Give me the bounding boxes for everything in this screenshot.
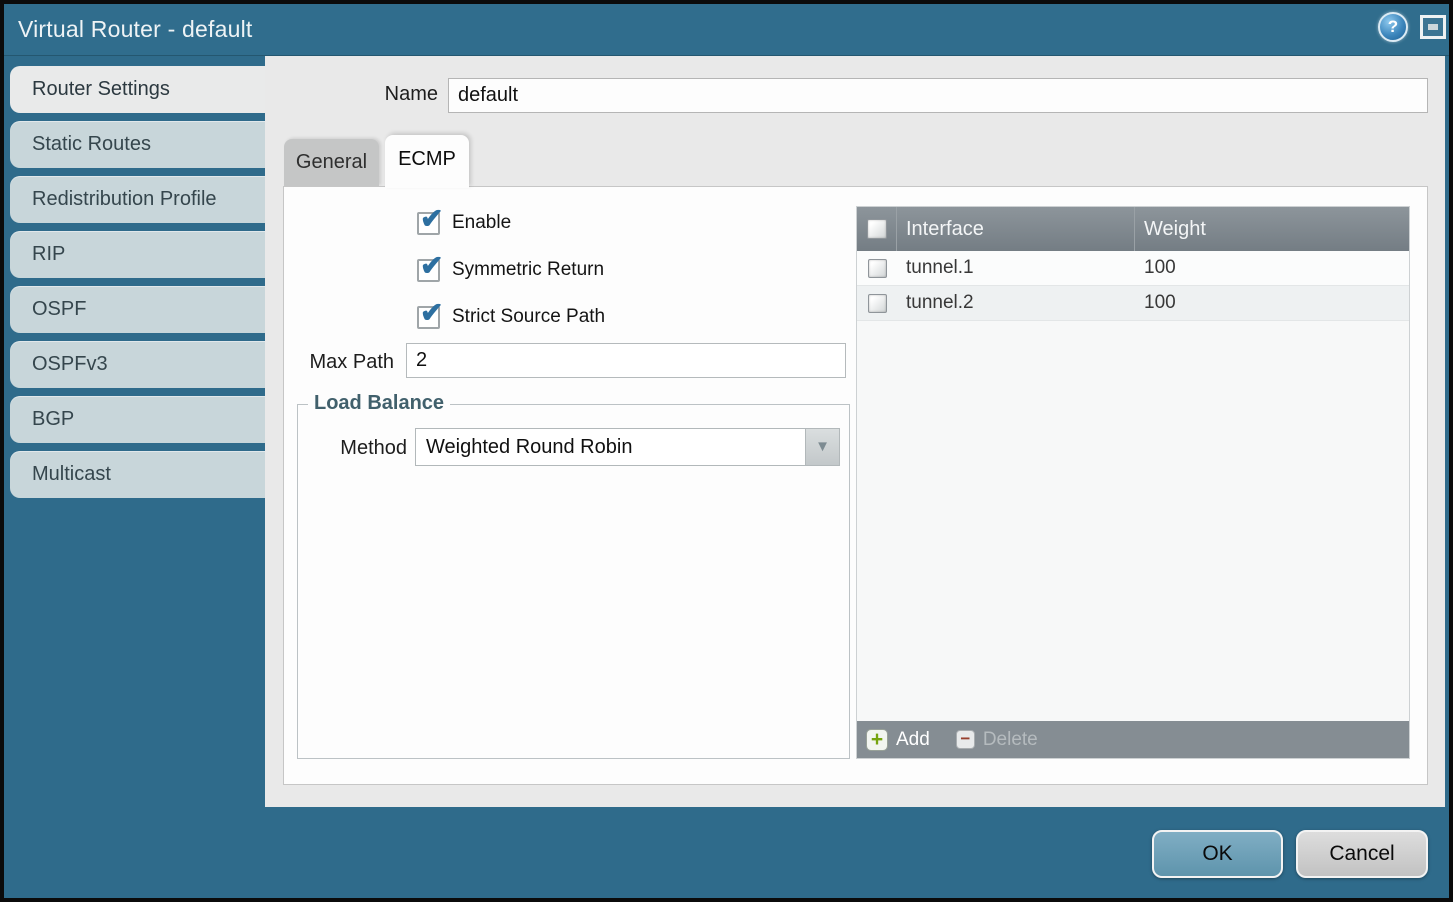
row-checkbox-cell <box>857 259 897 278</box>
sidebar-item-ospfv3[interactable]: OSPFv3 <box>10 341 265 388</box>
sidebar-item-label: Router Settings <box>32 78 170 100</box>
sidebar-item-static-routes[interactable]: Static Routes <box>10 121 265 168</box>
name-label: Name <box>330 83 438 106</box>
add-button[interactable]: + Add <box>866 729 930 751</box>
table-toolbar: + Add − Delete <box>857 721 1409 758</box>
virtual-router-dialog: Virtual Router - default ? Router Settin… <box>0 0 1453 902</box>
strict-source-path-checkbox[interactable]: ✔ <box>417 306 440 329</box>
sidebar-item-label: Multicast <box>32 463 111 485</box>
method-dropdown[interactable]: Weighted Round Robin ▼ <box>415 428 840 466</box>
table-empty-area <box>857 321 1409 721</box>
add-button-label: Add <box>896 729 930 751</box>
symmetric-return-label: Symmetric Return <box>452 259 604 281</box>
plus-icon: + <box>866 729 888 751</box>
row-checkbox-cell <box>857 294 897 313</box>
select-all-checkbox[interactable] <box>867 219 887 239</box>
method-value: Weighted Round Robin <box>426 429 632 465</box>
tab-general[interactable]: General <box>284 139 379 186</box>
enable-option: ✔ Enable <box>417 211 511 235</box>
enable-label: Enable <box>452 212 511 234</box>
titlebar: Virtual Router - default ? <box>4 4 1449 56</box>
ok-button[interactable]: OK <box>1152 830 1283 878</box>
minus-icon: − <box>956 730 975 749</box>
interface-table: Interface Weight tunnel.1 100 tunnel.2 1… <box>856 206 1410 759</box>
load-balance-legend: Load Balance <box>308 392 450 415</box>
max-path-label: Max Path <box>290 351 394 374</box>
strict-source-path-option: ✔ Strict Source Path <box>417 305 605 329</box>
sidebar-item-label: Redistribution Profile <box>32 188 217 210</box>
row-checkbox[interactable] <box>868 294 887 313</box>
name-input[interactable] <box>448 78 1428 113</box>
sidebar-item-redistribution-profile[interactable]: Redistribution Profile <box>10 176 265 223</box>
sidebar-item-label: Static Routes <box>32 133 151 155</box>
row-checkbox[interactable] <box>868 259 887 278</box>
restore-window-icon-inner <box>1428 24 1438 30</box>
help-icon[interactable]: ? <box>1378 12 1408 42</box>
sidebar-item-label: BGP <box>32 408 74 430</box>
cancel-button-label: Cancel <box>1329 842 1394 865</box>
interface-column-header: Interface <box>897 207 1135 251</box>
table-row[interactable]: tunnel.2 100 <box>857 286 1409 321</box>
interface-cell: tunnel.2 <box>897 292 1135 314</box>
chevron-down-icon: ▼ <box>815 438 830 455</box>
dialog-title: Virtual Router - default <box>18 16 253 43</box>
strict-source-path-label: Strict Source Path <box>452 306 605 328</box>
delete-button-label: Delete <box>983 729 1038 751</box>
table-row[interactable]: tunnel.1 100 <box>857 251 1409 286</box>
method-dropdown-button[interactable]: ▼ <box>805 429 839 465</box>
table-header-row: Interface Weight <box>857 207 1409 251</box>
max-path-input[interactable] <box>406 343 846 378</box>
table-header-checkbox-cell <box>857 207 897 251</box>
delete-button[interactable]: − Delete <box>956 729 1038 751</box>
sidebar-item-label: RIP <box>32 243 65 265</box>
restore-window-icon[interactable] <box>1420 15 1446 39</box>
sidebar-item-rip[interactable]: RIP <box>10 231 265 278</box>
sidebar-item-multicast[interactable]: Multicast <box>10 451 265 498</box>
sidebar-item-router-settings[interactable]: Router Settings <box>10 66 265 113</box>
enable-checkbox[interactable]: ✔ <box>417 212 440 235</box>
sidebar-item-label: OSPFv3 <box>32 353 108 375</box>
sidebar-item-ospf[interactable]: OSPF <box>10 286 265 333</box>
method-label: Method <box>300 437 407 460</box>
weight-cell: 100 <box>1135 257 1409 279</box>
symmetric-return-option: ✔ Symmetric Return <box>417 258 604 282</box>
symmetric-return-checkbox[interactable]: ✔ <box>417 259 440 282</box>
weight-cell: 100 <box>1135 292 1409 314</box>
sidebar-item-bgp[interactable]: BGP <box>10 396 265 443</box>
weight-column-header: Weight <box>1135 207 1409 251</box>
cancel-button[interactable]: Cancel <box>1296 830 1428 878</box>
tab-ecmp[interactable]: ECMP <box>385 135 469 188</box>
interface-cell: tunnel.1 <box>897 257 1135 279</box>
tab-label: ECMP <box>398 148 456 170</box>
tab-label: General <box>296 151 367 173</box>
ok-button-label: OK <box>1202 842 1232 865</box>
sidebar-item-label: OSPF <box>32 298 86 320</box>
